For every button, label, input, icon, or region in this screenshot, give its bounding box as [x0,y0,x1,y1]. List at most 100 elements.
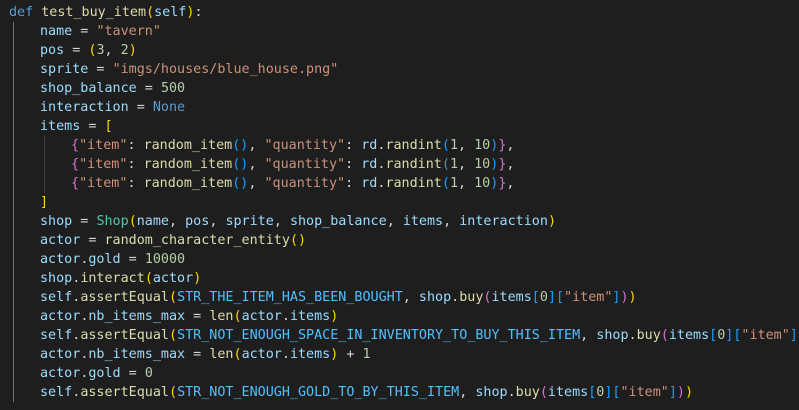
code-token: , [580,328,597,343]
code-token: random_item [143,138,233,153]
code-token: ) [676,385,685,400]
code-token: "quantity" [264,176,346,191]
code-token: ] [668,385,677,400]
code-token: + [338,347,363,362]
code-token: , [209,214,226,229]
code-token: actor [40,366,81,381]
code-token: items [289,309,331,324]
code-token: actor [40,252,81,267]
code-token: pos [40,43,65,58]
indent-guide [9,98,40,117]
code-line[interactable]: interaction = None [0,98,799,117]
code-line[interactable]: self.assertEqual(STR_NOT_ENOUGH_GOLD_TO_… [0,383,799,402]
code-token: rd [361,138,378,153]
code-token: actor [40,233,81,248]
code-token: rd [361,157,378,172]
code-token: () [232,138,249,153]
code-line[interactable]: actor.gold = 0 [0,364,799,383]
code-token: 10000 [144,252,186,267]
code-line[interactable]: actor = random_character_entity() [0,231,799,250]
code-token: 500 [160,81,186,96]
code-line[interactable]: {"item": random_item(), "quantity": rd.r… [0,174,799,193]
indent-guide [9,307,40,326]
code-line[interactable]: def test_buy_item(self): [0,3,799,22]
code-token: ) [684,385,694,400]
code-line[interactable]: {"item": random_item(), "quantity": rd.r… [0,136,799,155]
code-token: 10 [474,176,491,191]
code-token: self [154,5,187,20]
code-token: ] [547,290,556,305]
code-line[interactable]: ] [0,193,799,212]
code-token: ) [547,214,556,229]
code-token: [ [555,290,565,305]
code-token: ( [660,328,669,343]
code-token: "tavern" [96,24,161,39]
code-token: . [281,309,290,324]
code-line[interactable]: shop = Shop(name, pos, sprite, shop_bala… [0,212,799,231]
code-token: , [402,290,419,305]
code-token: sprite [225,214,274,229]
code-token: = [128,100,153,115]
code-line[interactable]: shop.interact(actor) [0,269,799,288]
code-token: : [127,157,144,172]
code-token: "item" [620,385,669,400]
code-token: . [628,328,637,343]
code-token: self [40,328,73,343]
code-token: shop [40,271,73,286]
code-line[interactable]: items = [ [0,117,799,136]
code-token: ( [146,5,155,20]
code-token: = [80,233,105,248]
code-line[interactable]: self.assertEqual(STR_THE_ITEM_HAS_BEEN_B… [0,288,799,307]
code-token: items [668,328,710,343]
code-token: = [80,119,105,134]
code-line[interactable]: self.assertEqual(STR_NOT_ENOUGH_SPACE_IN… [0,326,799,345]
code-token: , [248,176,265,191]
code-token: ) [620,290,629,305]
code-token: random_character_entity [104,233,290,248]
code-token: = [64,43,89,58]
code-token: random_item [143,157,233,172]
code-token: interaction [40,100,129,115]
code-line[interactable]: actor.nb_items_max = len(actor.items) + … [0,345,799,364]
code-token: "quantity" [264,157,346,172]
code-token: nb_items_max [88,309,186,324]
indent-guide [9,288,40,307]
code-token: 1 [362,347,371,362]
code-line[interactable]: name = "tavern" [0,22,799,41]
code-token: gold [88,252,121,267]
code-token: ] [40,195,49,210]
code-token: ) [193,271,202,286]
code-token: , [443,214,460,229]
code-token: { [71,138,80,153]
code-line[interactable]: shop_balance = 500 [0,79,799,98]
code-token: 0 [144,366,153,381]
code-token: "item" [741,328,790,343]
code-token: sprite [40,62,89,77]
code-token: 1 [449,138,458,153]
code-token: ( [233,347,242,362]
code-token: "item" [79,138,128,153]
code-editor[interactable]: def test_buy_item(self): name = "tavern" p… [0,0,799,410]
code-line[interactable]: {"item": random_item(), "quantity": rd.r… [0,155,799,174]
indent-guide [9,326,40,345]
code-token: items [40,119,81,134]
code-line[interactable]: actor.nb_items_max = len(actor.items) [0,307,799,326]
code-token: 0 [539,290,548,305]
code-token: "imgs/houses/blue_house.png" [112,62,339,77]
code-line[interactable]: actor.gold = 10000 [0,250,799,269]
code-token: items [547,385,589,400]
code-token: actor [152,271,194,286]
code-token: { [71,157,80,172]
code-line[interactable]: pos = (3, 2) [0,41,799,60]
code-line[interactable]: sprite = "imgs/houses/blue_house.png" [0,60,799,79]
code-token: 10 [474,138,491,153]
code-token: items [289,347,331,362]
code-token: nb_items_max [88,347,186,362]
code-token: actor [40,309,81,324]
indent-guide [40,136,71,155]
code-token: = [120,252,145,267]
code-token: shop_balance [289,214,387,229]
code-token: [ [531,290,540,305]
code-token: assertEqual [80,385,169,400]
code-token: assertEqual [80,328,169,343]
